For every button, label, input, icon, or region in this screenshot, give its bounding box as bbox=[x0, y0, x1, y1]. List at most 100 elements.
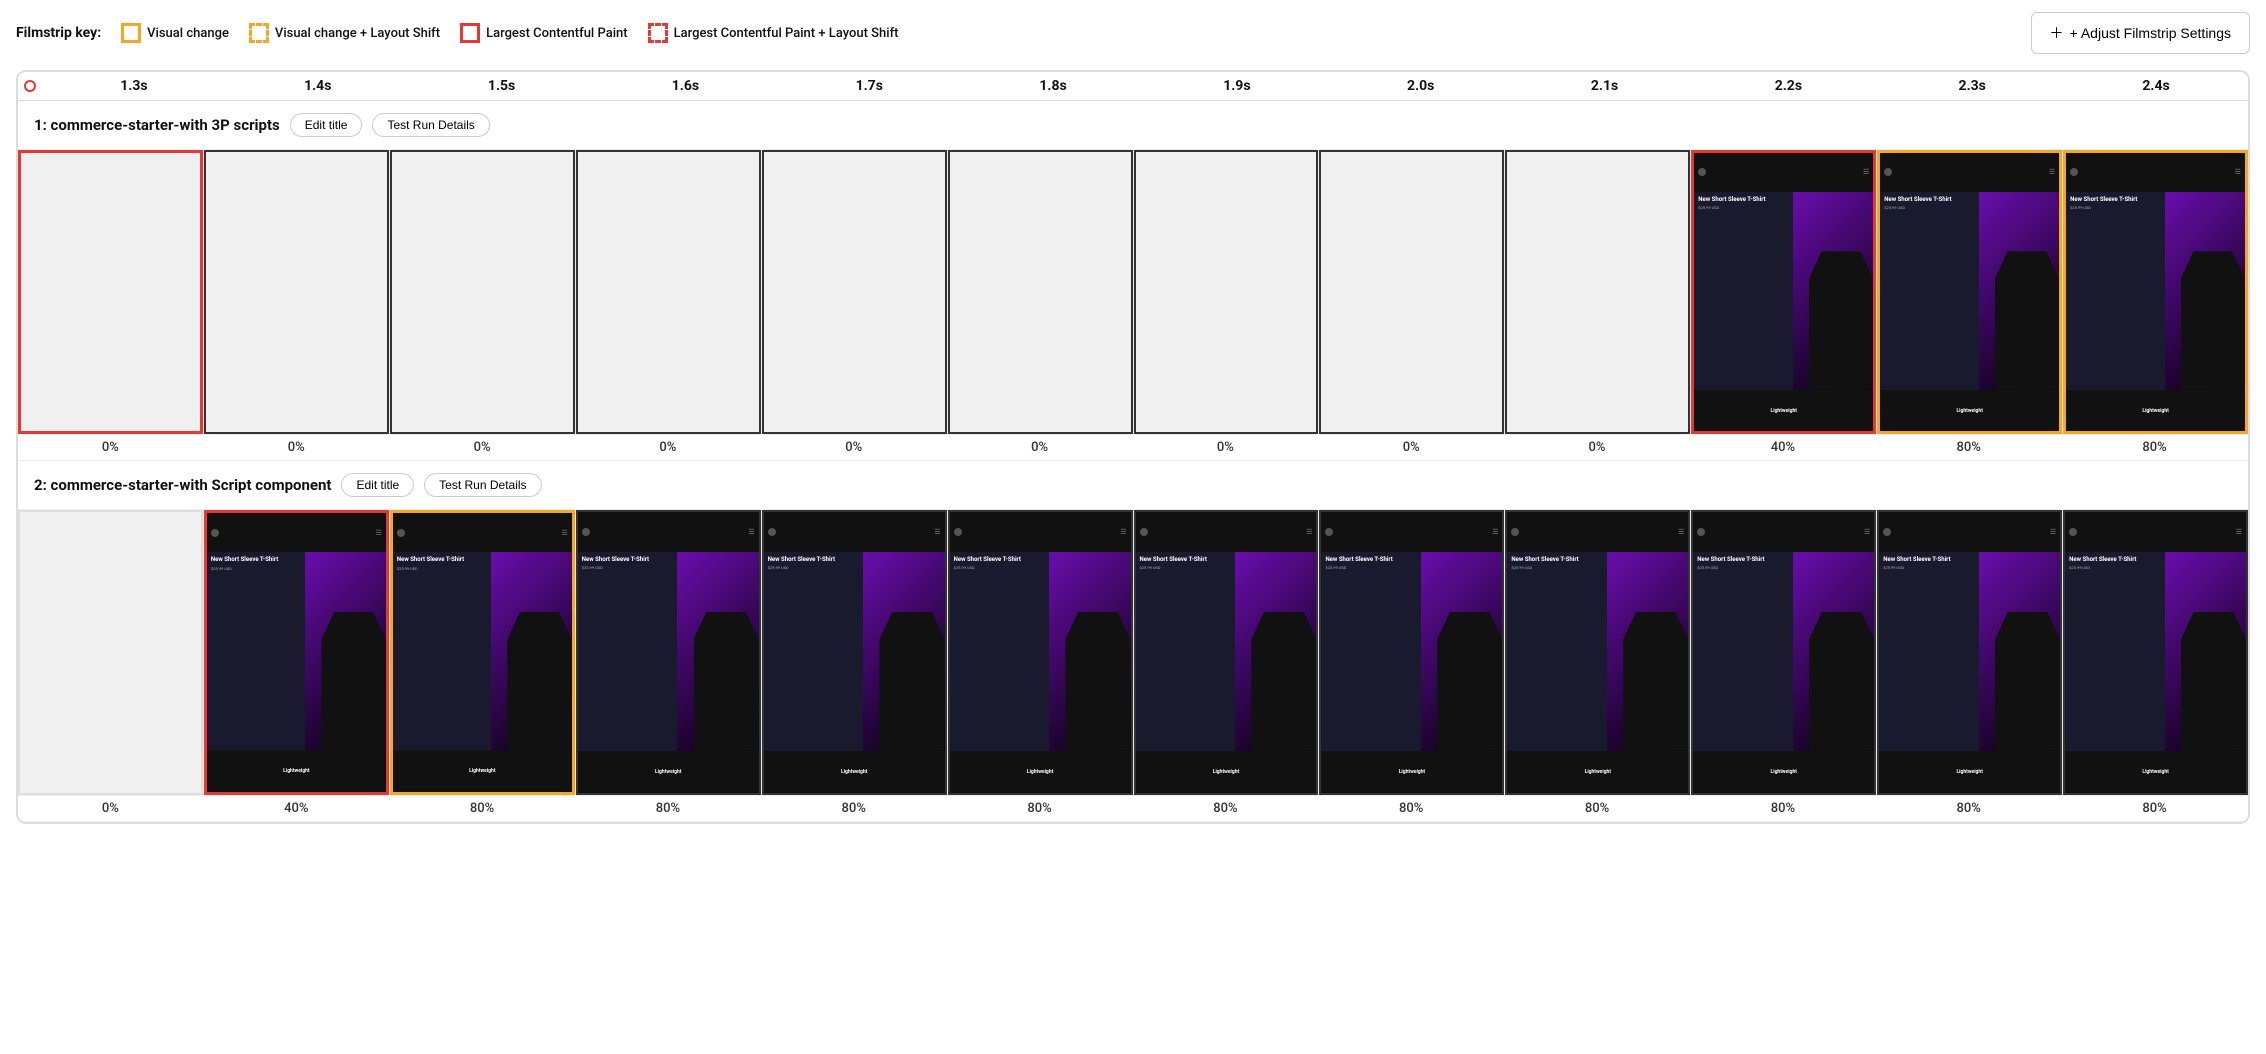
frame-thumbnail: ☰ New Short Sleeve T-Shirt $25.99 USD Li… bbox=[2063, 510, 2248, 794]
frame-cell bbox=[576, 150, 762, 434]
key-item-visual-change: Visual change bbox=[121, 23, 229, 43]
key-box-lcp-layout-shift bbox=[648, 23, 668, 43]
frame-pct: 80% bbox=[1319, 796, 1505, 821]
frame-thumbnail: ☰ New Short Sleeve T-Shirt $25.99 USD Li… bbox=[1319, 510, 1504, 794]
frame-cell bbox=[1134, 150, 1320, 434]
time-label: 1.8s bbox=[961, 78, 1145, 94]
frame-cell: ☰ New Short Sleeve T-Shirt $25.99 USD Li… bbox=[2063, 150, 2248, 434]
frame-pct: 40% bbox=[204, 796, 390, 821]
frame-thumbnail bbox=[1134, 150, 1319, 434]
section-2-edit-title[interactable]: Edit title bbox=[341, 473, 414, 497]
frame-cell: ☰ New Short Sleeve T-Shirt $25.99 USD Li… bbox=[1691, 510, 1877, 794]
section-1-pct-row: 0%0%0%0%0%0%0%0%0%40%80%80% bbox=[18, 434, 2248, 460]
frame-pct: 80% bbox=[947, 796, 1133, 821]
frame-pct: 80% bbox=[575, 796, 761, 821]
time-label: 2.1s bbox=[1513, 78, 1697, 94]
frame-pct: 0% bbox=[575, 435, 761, 460]
frame-cell bbox=[204, 150, 390, 434]
frame-pct: 0% bbox=[1505, 435, 1691, 460]
section-2: 2: commerce-starter-with Script componen… bbox=[18, 461, 2248, 821]
section-1-frames: ☰ New Short Sleeve T-Shirt $25.99 USD Li… bbox=[18, 149, 2248, 434]
frame-thumbnail: ☰ New Short Sleeve T-Shirt $25.99 USD Li… bbox=[1505, 510, 1690, 794]
time-label: 2.2s bbox=[1696, 78, 1880, 94]
frame-cell: ☰ New Short Sleeve T-Shirt $25.99 USD Li… bbox=[1691, 150, 1877, 434]
frame-thumbnail: ☰ New Short Sleeve T-Shirt $25.99 USD Li… bbox=[1134, 510, 1319, 794]
frame-cell bbox=[762, 150, 948, 434]
frame-thumbnail: ☰ New Short Sleeve T-Shirt $25.99 USD Li… bbox=[390, 510, 575, 794]
frame-thumbnail: ☰ New Short Sleeve T-Shirt $25.99 USD Li… bbox=[1877, 150, 2062, 434]
frame-pct: 0% bbox=[390, 435, 576, 460]
frame-thumbnail bbox=[18, 510, 203, 794]
frame-cell bbox=[948, 150, 1134, 434]
frame-cell bbox=[1319, 150, 1505, 434]
section-2-header: 2: commerce-starter-with Script componen… bbox=[18, 461, 2248, 509]
frame-pct: 0% bbox=[947, 435, 1133, 460]
frame-cell: ☰ New Short Sleeve T-Shirt $25.99 USD Li… bbox=[1319, 510, 1505, 794]
frame-thumbnail: ☰ New Short Sleeve T-Shirt $25.99 USD Li… bbox=[576, 510, 761, 794]
frame-pct: 80% bbox=[1876, 435, 2062, 460]
frame-pct: 80% bbox=[390, 796, 576, 821]
frame-thumbnail: ☰ New Short Sleeve T-Shirt $25.99 USD Li… bbox=[1691, 510, 1876, 794]
timeline-labels: 1.3s1.4s1.5s1.6s1.7s1.8s1.9s2.0s2.1s2.2s… bbox=[18, 78, 2248, 94]
frame-pct: 80% bbox=[1133, 796, 1319, 821]
frame-cell: ☰ New Short Sleeve T-Shirt $25.99 USD Li… bbox=[1877, 150, 2063, 434]
time-label: 1.5s bbox=[410, 78, 594, 94]
filmstrip-key: Filmstrip key: Visual change Visual chan… bbox=[16, 23, 899, 43]
frame-thumbnail: ☰ New Short Sleeve T-Shirt $25.99 USD Li… bbox=[948, 510, 1133, 794]
frame-pct: 0% bbox=[18, 435, 204, 460]
frame-thumbnail: ☰ New Short Sleeve T-Shirt $25.99 USD Li… bbox=[1691, 150, 1876, 434]
frame-pct: 0% bbox=[1133, 435, 1319, 460]
filmstrip-key-label: Filmstrip key: bbox=[16, 25, 101, 41]
frame-pct: 0% bbox=[1319, 435, 1505, 460]
adjust-button-label: + Adjust Filmstrip Settings bbox=[2070, 25, 2231, 41]
section-1-test-run[interactable]: Test Run Details bbox=[372, 113, 489, 137]
section-1: 1: commerce-starter-with 3P scripts Edit… bbox=[18, 101, 2248, 461]
key-box-visual-change-layout-shift bbox=[249, 23, 269, 43]
section-1-header: 1: commerce-starter-with 3P scripts Edit… bbox=[18, 101, 2248, 149]
section-1-edit-title[interactable]: Edit title bbox=[290, 113, 363, 137]
time-label: 1.9s bbox=[1145, 78, 1329, 94]
frame-pct: 40% bbox=[1690, 435, 1876, 460]
frame-thumbnail bbox=[762, 150, 947, 434]
frame-thumbnail bbox=[1505, 150, 1690, 434]
frame-pct: 80% bbox=[1505, 796, 1691, 821]
frame-cell bbox=[390, 150, 576, 434]
adjust-filmstrip-button[interactable]: ＋ + Adjust Filmstrip Settings bbox=[2031, 12, 2250, 54]
frame-pct: 0% bbox=[18, 796, 204, 821]
frame-cell bbox=[1505, 150, 1691, 434]
frame-cell bbox=[18, 510, 204, 794]
frame-thumbnail: ☰ New Short Sleeve T-Shirt $25.99 USD Li… bbox=[1877, 510, 2062, 794]
key-text-visual-change-layout-shift: Visual change + Layout Shift bbox=[275, 26, 440, 41]
frame-cell: ☰ New Short Sleeve T-Shirt $25.99 USD Li… bbox=[948, 510, 1134, 794]
frame-cell: ☰ New Short Sleeve T-Shirt $25.99 USD Li… bbox=[1877, 510, 2063, 794]
key-text-lcp-layout-shift: Largest Contentful Paint + Layout Shift bbox=[674, 26, 899, 41]
frame-cell: ☰ New Short Sleeve T-Shirt $25.99 USD Li… bbox=[762, 510, 948, 794]
frame-thumbnail bbox=[18, 150, 203, 434]
main-container: 1.3s1.4s1.5s1.6s1.7s1.8s1.9s2.0s2.1s2.2s… bbox=[16, 70, 2250, 824]
frame-thumbnail bbox=[576, 150, 761, 434]
section-2-title: 2: commerce-starter-with Script componen… bbox=[34, 476, 331, 494]
frame-thumbnail bbox=[948, 150, 1133, 434]
frame-cell bbox=[18, 150, 204, 434]
frame-cell: ☰ New Short Sleeve T-Shirt $25.99 USD Li… bbox=[1134, 510, 1320, 794]
frame-thumbnail bbox=[204, 150, 389, 434]
frame-pct: 80% bbox=[1690, 796, 1876, 821]
time-label: 2.3s bbox=[1880, 78, 2064, 94]
frame-pct: 80% bbox=[761, 796, 947, 821]
key-text-visual-change: Visual change bbox=[147, 26, 229, 41]
frame-thumbnail: ☰ New Short Sleeve T-Shirt $25.99 USD Li… bbox=[204, 510, 389, 794]
time-label: 1.3s bbox=[42, 78, 226, 94]
time-label: 2.4s bbox=[2064, 78, 2248, 94]
time-label: 1.7s bbox=[777, 78, 961, 94]
section-1-title: 1: commerce-starter-with 3P scripts bbox=[34, 116, 280, 134]
frame-cell: ☰ New Short Sleeve T-Shirt $25.99 USD Li… bbox=[390, 510, 576, 794]
frame-pct: 0% bbox=[204, 435, 390, 460]
section-2-frames: ☰ New Short Sleeve T-Shirt $25.99 USD Li… bbox=[18, 509, 2248, 794]
section-2-test-run[interactable]: Test Run Details bbox=[424, 473, 541, 497]
key-box-visual-change bbox=[121, 23, 141, 43]
key-text-lcp: Largest Contentful Paint bbox=[486, 26, 628, 41]
key-item-visual-change-layout-shift: Visual change + Layout Shift bbox=[249, 23, 440, 43]
time-label: 1.4s bbox=[226, 78, 410, 94]
timeline-dot bbox=[24, 80, 36, 92]
frame-cell: ☰ New Short Sleeve T-Shirt $25.99 USD Li… bbox=[204, 510, 390, 794]
